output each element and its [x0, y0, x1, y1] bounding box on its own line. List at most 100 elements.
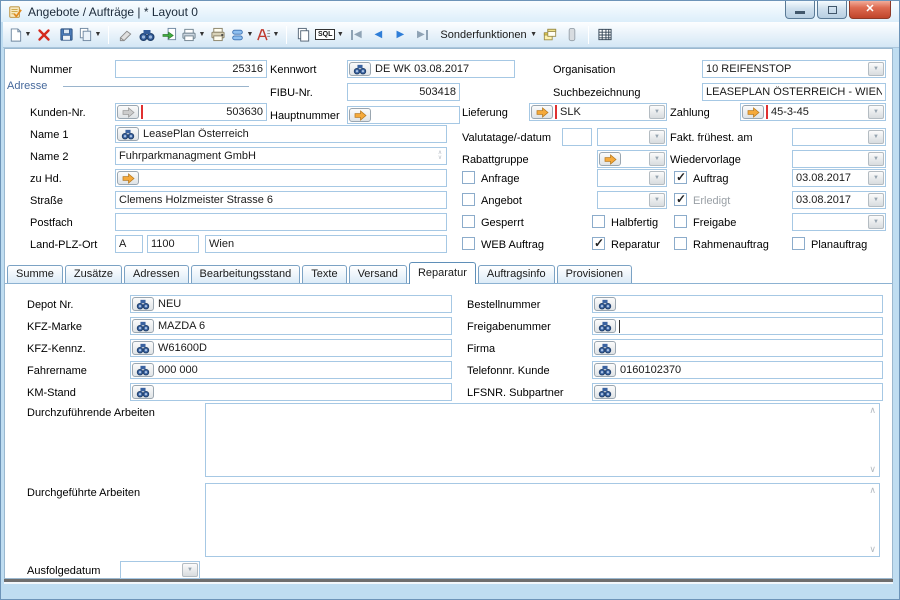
organisation-dropdown-button[interactable]: ▼ [868, 62, 884, 76]
planauftrag-checkbox[interactable] [792, 237, 805, 250]
nav-last-button[interactable]: ▶ [412, 24, 432, 45]
fibu-input[interactable] [348, 84, 459, 100]
tab-bearbeitungsstand[interactable]: Bearbeitungsstand [191, 265, 301, 283]
gesperrt-checkbox[interactable] [462, 215, 475, 228]
angebot-checkbox[interactable] [462, 193, 475, 206]
cascade-windows-button[interactable] [540, 24, 560, 45]
erledigt-checkbox[interactable] [674, 193, 687, 206]
tab-texte[interactable]: Texte [302, 265, 346, 283]
auftrag-date-dropdown-button[interactable]: ▼ [868, 171, 884, 185]
bestellnummer-search-button[interactable] [594, 297, 616, 311]
sql-button[interactable]: SQL▼ [315, 24, 344, 45]
copy-button[interactable]: ▼ [78, 24, 102, 45]
valutadatum-dropdown-button[interactable]: ▼ [649, 130, 665, 144]
tab-auftragsinfo[interactable]: Auftragsinfo [478, 265, 555, 283]
freigabenummer-search-button[interactable] [594, 319, 616, 333]
delete-button[interactable] [34, 24, 54, 45]
panel-button[interactable] [562, 24, 582, 45]
wiedervorlage-dropdown-button[interactable]: ▼ [868, 152, 884, 166]
angebot-input[interactable] [598, 192, 649, 208]
fahrername-search-button[interactable] [132, 363, 154, 377]
name1-input[interactable] [140, 126, 446, 142]
minimize-button[interactable] [785, 1, 815, 19]
scroll-up-icon[interactable]: ∧ [869, 485, 876, 496]
kfz-marke-input[interactable] [155, 318, 451, 334]
freigabe-date-input[interactable] [793, 214, 868, 230]
firma-search-button[interactable] [594, 341, 616, 355]
kennwort-search-button[interactable] [349, 62, 371, 76]
fakt-fruehest-input[interactable] [793, 129, 868, 145]
freigabenummer-input[interactable] [620, 318, 882, 334]
auftrag-checkbox[interactable] [674, 171, 687, 184]
kunden-nr-link-button[interactable] [117, 105, 139, 119]
web-auftrag-checkbox[interactable] [462, 237, 475, 250]
save-button[interactable] [56, 24, 76, 45]
valutatage-input[interactable] [563, 129, 591, 145]
telefonnr-kunde-search-button[interactable] [594, 363, 616, 377]
halbfertig-checkbox[interactable] [592, 215, 605, 228]
name1-search-button[interactable] [117, 127, 139, 141]
anfrage-input[interactable] [598, 170, 649, 186]
reparatur-checkbox[interactable] [592, 237, 605, 250]
scroll-up-icon[interactable]: ∧ [869, 405, 876, 416]
angebot-dropdown-button[interactable]: ▼ [649, 193, 665, 207]
erase-button[interactable] [115, 24, 135, 45]
print-button[interactable]: ▼ [181, 24, 206, 45]
lieferung-dropdown-button[interactable]: ▼ [649, 105, 665, 119]
organisation-input[interactable] [703, 61, 868, 77]
depot-search-button[interactable] [132, 297, 154, 311]
lieferung-input[interactable] [557, 104, 649, 120]
nav-first-button[interactable]: ◀ [346, 24, 366, 45]
spinner-control[interactable]: ∧∨ [434, 151, 446, 161]
nummer-input[interactable] [116, 61, 266, 77]
rabattgruppe-dropdown-button[interactable]: ▼ [649, 152, 665, 166]
wiedervorlage-input[interactable] [793, 151, 868, 167]
tab-provisionen[interactable]: Provisionen [557, 265, 632, 283]
erledigt-date-input[interactable] [793, 192, 868, 208]
durchzufuehrende-textarea[interactable] [206, 404, 879, 476]
rabattgruppe-link-button[interactable] [599, 152, 621, 166]
freigabe-date-dropdown-button[interactable]: ▼ [868, 215, 884, 229]
km-stand-input[interactable] [155, 384, 451, 400]
tab-adressen[interactable]: Adressen [124, 265, 188, 283]
kennwort-input[interactable] [372, 61, 514, 77]
rahmenauftrag-checkbox[interactable] [674, 237, 687, 250]
nav-prev-button[interactable]: ◀ [368, 24, 388, 45]
postfach-input[interactable] [116, 214, 446, 230]
fahrername-input[interactable] [155, 362, 451, 378]
close-button[interactable]: ✕ [849, 1, 891, 19]
sonderfunktionen-button[interactable]: Sonderfunktionen▼ [434, 24, 537, 45]
hauptnummer-link-button[interactable] [349, 108, 371, 122]
anfrage-dropdown-button[interactable]: ▼ [649, 171, 665, 185]
durchgefuehrte-textarea[interactable] [206, 484, 879, 556]
scroll-down-icon[interactable]: ∨ [869, 464, 876, 475]
kfz-kennz-search-button[interactable] [132, 341, 154, 355]
strasse-input[interactable] [116, 192, 446, 208]
ausfolgedatum-input[interactable] [121, 562, 182, 578]
restore-button[interactable] [817, 1, 847, 19]
format-a-button[interactable]: ▼ [256, 24, 280, 45]
lfsnr-subpartner-search-button[interactable] [594, 385, 616, 399]
telefonnr-kunde-input[interactable] [617, 362, 882, 378]
land-input[interactable] [116, 236, 142, 252]
name2-input[interactable] [116, 148, 434, 164]
search-button[interactable] [137, 24, 157, 45]
bestellnummer-input[interactable] [617, 296, 882, 312]
km-stand-search-button[interactable] [132, 385, 154, 399]
fakt-fruehest-dropdown-button[interactable]: ▼ [868, 130, 884, 144]
freigabe-checkbox[interactable] [674, 215, 687, 228]
hauptnummer-input[interactable] [372, 107, 459, 123]
anfrage-checkbox[interactable] [462, 171, 475, 184]
import-button[interactable] [159, 24, 179, 45]
scroll-down-icon[interactable]: ∨ [869, 544, 876, 555]
zahlung-dropdown-button[interactable]: ▼ [868, 105, 884, 119]
depot-input[interactable] [155, 296, 451, 312]
kfz-kennz-input[interactable] [155, 340, 451, 356]
ort-input[interactable] [206, 236, 446, 252]
zahlung-link-button[interactable] [742, 105, 764, 119]
lieferung-link-button[interactable] [531, 105, 553, 119]
table-button[interactable] [595, 24, 615, 45]
erledigt-date-dropdown-button[interactable]: ▼ [868, 193, 884, 207]
nav-next-button[interactable]: ▶ [390, 24, 410, 45]
kfz-marke-search-button[interactable] [132, 319, 154, 333]
